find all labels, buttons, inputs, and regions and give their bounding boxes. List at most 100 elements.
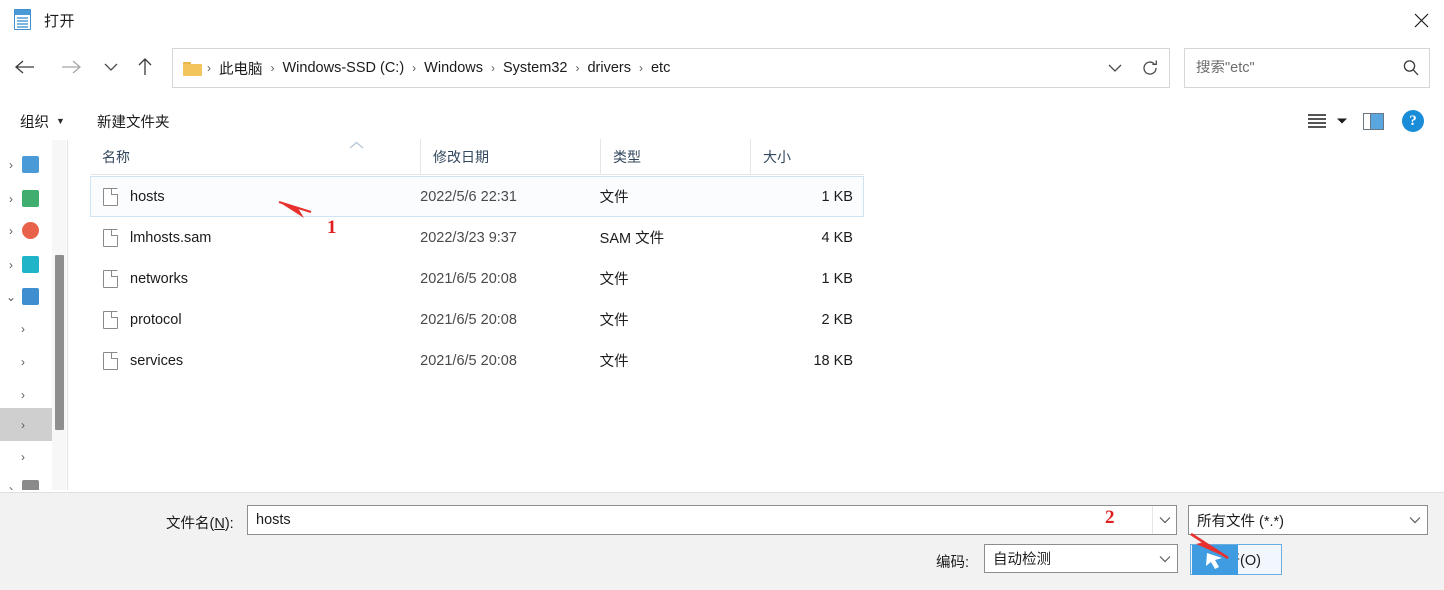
file-rows-container: hosts 2022/5/6 22:31 文件 1 KB lmhosts.sam 2022… <box>90 176 864 381</box>
encoding-label: 编码: <box>936 555 970 571</box>
file-size-cell: 1 KB <box>821 188 853 205</box>
column-header-size[interactable]: 大小 <box>750 139 864 174</box>
file-name-label: lmhosts.sam <box>130 229 212 246</box>
nav-tree-item-icon <box>22 190 39 207</box>
file-name-label: services <box>130 352 184 369</box>
open-button[interactable]: 打开(O) <box>1190 544 1282 575</box>
file-type-cell: 文件 <box>599 354 629 370</box>
nav-tree-row[interactable]: › <box>0 214 52 247</box>
preview-pane-icon[interactable] <box>1358 105 1388 137</box>
chevron-right-icon[interactable]: › <box>12 450 34 464</box>
toolbar: 组织 ▼ 新建文件夹 ? <box>0 102 1444 140</box>
nav-tree-item-icon <box>22 480 39 490</box>
nav-tree-row[interactable]: ⌄ <box>0 280 52 313</box>
column-header-name[interactable]: 名称 <box>90 139 420 174</box>
refresh-icon[interactable] <box>1131 49 1169 87</box>
table-row[interactable]: hosts 2022/5/6 22:31 文件 1 KB <box>90 176 864 217</box>
address-bar-row: › 此电脑 › Windows-SSD (C:) › Windows › Sys… <box>0 42 1444 92</box>
new-folder-button[interactable]: 新建文件夹 <box>97 102 170 140</box>
file-name-label: networks <box>130 270 189 287</box>
nav-tree-row[interactable]: › <box>0 345 52 378</box>
table-row[interactable]: networks 2021/6/5 20:08 文件 1 KB <box>90 258 864 299</box>
table-row[interactable]: services 2021/6/5 20:08 文件 18 KB <box>90 340 864 381</box>
chevron-right-icon[interactable]: › <box>12 355 34 369</box>
encoding-value: 自动检测 <box>993 552 1051 568</box>
file-size-cell: 1 KB <box>821 270 853 287</box>
nav-pane-scrollbar-thumb[interactable] <box>55 255 64 430</box>
breadcrumb-bar[interactable]: › 此电脑 › Windows-SSD (C:) › Windows › Sys… <box>172 48 1170 88</box>
chevron-down-icon[interactable]: ⌄ <box>0 290 22 304</box>
nav-tree-row[interactable]: › <box>0 408 52 441</box>
encoding-chevron-down-icon[interactable] <box>1153 555 1177 563</box>
file-type-filter-chevron-down-icon[interactable] <box>1403 516 1427 524</box>
arrow-right-icon[interactable] <box>52 48 90 86</box>
file-name-cell: networks <box>91 269 420 288</box>
chevron-right-icon[interactable]: › <box>0 224 22 238</box>
open-file-dialog: 打开 › 此电脑 › Windows-SSD (C:) › Windows › … <box>0 0 1444 590</box>
filename-label-accelerator: N <box>214 516 225 532</box>
column-header-type[interactable]: 类型 <box>600 139 750 174</box>
filename-field[interactable] <box>247 505 1177 535</box>
search-icon[interactable] <box>1393 59 1429 77</box>
file-icon <box>103 228 118 247</box>
chevron-down-icon[interactable] <box>92 48 130 86</box>
search-input[interactable] <box>1185 60 1393 76</box>
chevron-right-icon[interactable]: › <box>0 158 22 172</box>
breadcrumb-item-2[interactable]: Windows <box>419 57 488 79</box>
file-list-pane: 名称 修改日期 类型 大小 hosts 2022/5/6 22:31 文件 1 KB l… <box>69 139 1444 590</box>
arrow-up-icon[interactable] <box>126 48 164 86</box>
breadcrumb-item-0[interactable]: 此电脑 <box>214 55 268 82</box>
column-header-date[interactable]: 修改日期 <box>420 139 600 174</box>
folder-icon <box>183 61 202 76</box>
nav-tree-row[interactable]: › <box>0 182 52 215</box>
filename-label-text: 文件名( <box>166 516 215 532</box>
column-header-row: 名称 修改日期 类型 大小 <box>90 139 864 175</box>
nav-tree-row[interactable]: › <box>0 472 52 490</box>
file-icon <box>103 269 118 288</box>
chevron-right-icon[interactable]: › <box>0 258 22 272</box>
nav-tree-row[interactable]: › <box>0 378 52 411</box>
arrow-left-icon[interactable] <box>6 48 44 86</box>
chevron-right-icon[interactable]: › <box>12 418 34 432</box>
filename-chevron-down-icon[interactable] <box>1152 506 1176 534</box>
title-bar: 打开 <box>0 0 1444 40</box>
table-row[interactable]: lmhosts.sam 2022/3/23 9:37 SAM 文件 4 KB <box>90 217 864 258</box>
help-icon[interactable]: ? <box>1398 105 1428 137</box>
encoding-select[interactable]: 自动检测 <box>984 544 1178 573</box>
view-mode-chevron-down-icon[interactable] <box>1332 105 1352 137</box>
nav-pane-scrollbar[interactable] <box>52 140 66 490</box>
pane-splitter[interactable] <box>67 140 68 490</box>
breadcrumb-item-5[interactable]: etc <box>646 57 675 79</box>
table-row[interactable]: protocol 2021/6/5 20:08 文件 2 KB <box>90 299 864 340</box>
search-box[interactable] <box>1184 48 1430 88</box>
file-size-cell: 2 KB <box>821 311 853 328</box>
file-date-cell: 2021/6/5 20:08 <box>420 352 517 369</box>
list-view-icon[interactable] <box>1302 105 1332 137</box>
breadcrumb-separator: › <box>638 61 643 75</box>
chevron-right-icon[interactable]: › <box>12 322 34 336</box>
breadcrumb-separator: › <box>490 61 495 75</box>
breadcrumb-item-3[interactable]: System32 <box>498 57 572 79</box>
chevron-right-icon[interactable]: › <box>12 388 34 402</box>
breadcrumb-item-1[interactable]: Windows-SSD (C:) <box>278 57 410 79</box>
organize-label: 组织 <box>20 114 49 131</box>
chevron-right-icon[interactable]: › <box>0 192 22 206</box>
close-icon[interactable] <box>1398 0 1444 40</box>
window-title: 打开 <box>44 12 76 30</box>
sort-ascending-icon <box>348 140 365 152</box>
chevron-down-icon[interactable] <box>1099 49 1131 87</box>
file-size-cell: 18 KB <box>813 352 853 369</box>
file-type-filter-select[interactable]: 所有文件 (*.*) <box>1188 505 1428 535</box>
nav-tree-item-icon <box>22 256 39 273</box>
chevron-right-icon[interactable]: › <box>0 482 22 491</box>
nav-tree-item-icon <box>22 288 39 305</box>
organize-button[interactable]: 组织 ▼ <box>20 102 65 140</box>
nav-tree-row[interactable]: › <box>0 440 52 473</box>
nav-tree-row[interactable]: › <box>0 248 52 281</box>
nav-tree-row[interactable]: › <box>0 148 52 181</box>
filename-input[interactable] <box>248 512 1152 528</box>
nav-tree-row[interactable]: › <box>0 312 52 345</box>
file-name-cell: protocol <box>91 310 420 329</box>
file-icon <box>103 310 118 329</box>
breadcrumb-item-4[interactable]: drivers <box>582 57 636 79</box>
